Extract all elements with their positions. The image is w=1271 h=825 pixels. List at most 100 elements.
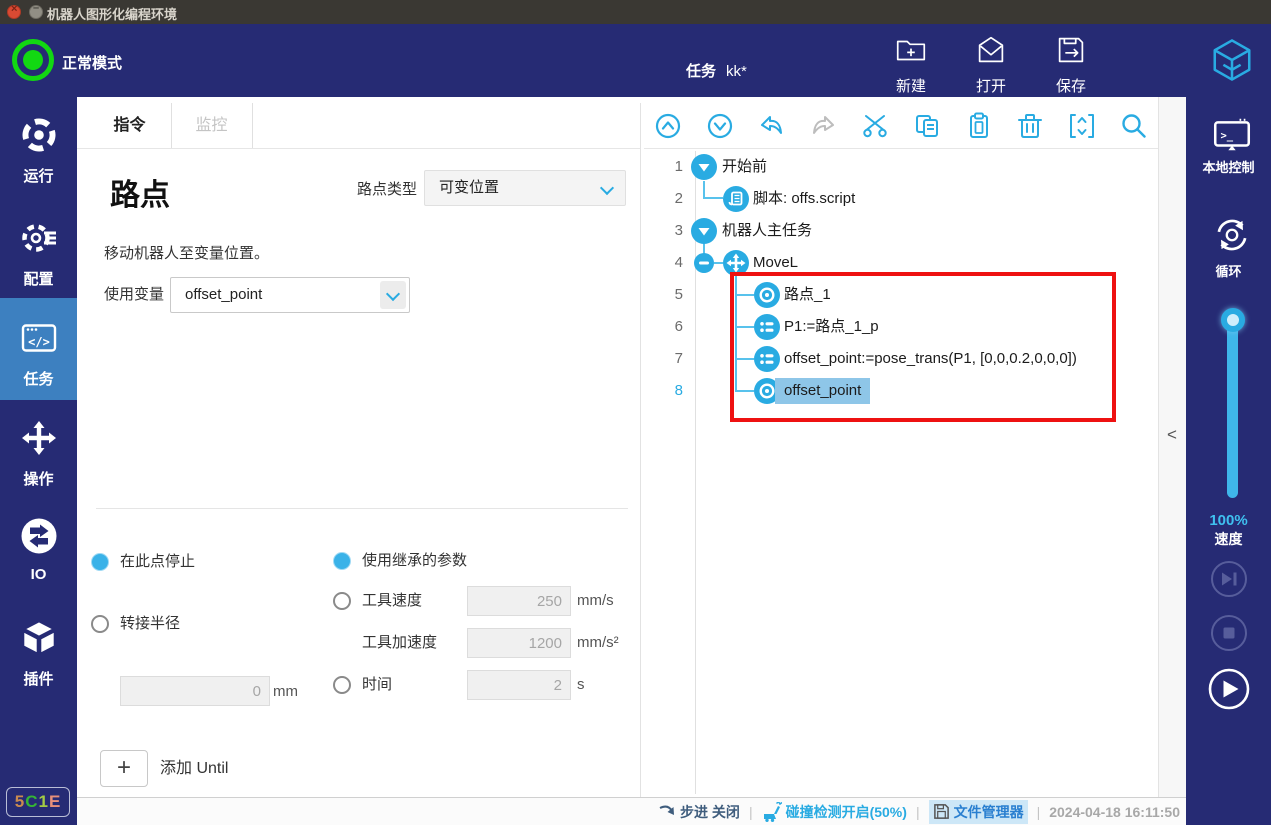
tree-area: 1 开始前 2 脚本: offs.script 3 机器人主任务 4 MoveL xyxy=(644,151,1158,797)
file-manager-icon xyxy=(933,803,950,820)
separator: | xyxy=(1037,804,1041,820)
tool-speed-radio[interactable] xyxy=(333,592,351,610)
tree-row[interactable]: 1 开始前 xyxy=(644,151,1158,183)
move-down-button[interactable] xyxy=(706,112,734,140)
delete-button[interactable] xyxy=(1016,112,1044,140)
sidebar-item-io[interactable]: IO xyxy=(0,515,77,583)
tab-instruction[interactable]: 指令 xyxy=(88,103,172,148)
paste-button[interactable] xyxy=(965,112,993,140)
minimize-icon[interactable] xyxy=(29,5,43,19)
sidebar-item-plugin[interactable]: 插件 xyxy=(0,617,77,689)
tool-speed-input[interactable] xyxy=(467,586,571,616)
panel-divider xyxy=(640,103,641,797)
undo-button[interactable] xyxy=(758,112,786,140)
collapse-node-icon[interactable] xyxy=(691,154,717,180)
close-icon[interactable] xyxy=(7,5,21,19)
stop-here-label: 在此点停止 xyxy=(120,553,195,571)
search-button[interactable] xyxy=(1120,112,1148,140)
local-control-label: 本地控制 xyxy=(1186,157,1271,176)
badge-char: 1 xyxy=(38,792,48,811)
panel-collapse-strip: < xyxy=(1158,97,1186,797)
script-icon xyxy=(723,186,749,212)
sidebar-item-task[interactable]: </> 任务 xyxy=(0,317,77,389)
speed-label: 速度 xyxy=(1186,529,1271,549)
stop-button[interactable] xyxy=(1210,614,1248,652)
status-bar: 步进 关闭 | 碰撞检测开启(50%) | 文件管理器 | 2024-04-18… xyxy=(77,797,1186,825)
inherit-params-radio[interactable] xyxy=(333,552,351,570)
redo-button[interactable] xyxy=(809,112,837,140)
svg-text:>_: >_ xyxy=(1220,130,1233,142)
loop-icon[interactable] xyxy=(1210,213,1254,257)
collapse-panel-handle[interactable]: < xyxy=(1167,425,1177,445)
tree-row-label: P1:=路点_1_p xyxy=(784,311,879,343)
collision-indicator[interactable]: 碰撞检测开启(50%) xyxy=(762,802,907,822)
save-button[interactable]: 保存 xyxy=(1039,32,1103,94)
gear-icon xyxy=(18,217,60,259)
assignment-icon xyxy=(754,346,780,372)
tree-row-label: 脚本: offs.script xyxy=(753,183,855,215)
local-control-icon[interactable]: >_ xyxy=(1210,113,1254,157)
tree-row[interactable]: 5 路点_1 xyxy=(644,279,1158,311)
tree-row[interactable]: 2 脚本: offs.script xyxy=(644,183,1158,215)
add-until-button[interactable]: + xyxy=(100,750,148,787)
play-button[interactable] xyxy=(1208,668,1250,710)
time-input[interactable] xyxy=(467,670,571,700)
tree-row[interactable]: 3 机器人主任务 xyxy=(644,215,1158,247)
sidebar-item-operate[interactable]: 操作 xyxy=(0,417,77,489)
blend-radius-unit: mm xyxy=(273,683,298,701)
move-up-button[interactable] xyxy=(654,112,682,140)
cut-button[interactable] xyxy=(861,112,889,140)
badge-char: 5 xyxy=(15,792,25,811)
left-sidebar: 运行 配置 </> 任务 操作 IO 插件 5C1E xyxy=(0,97,77,825)
line-number: 4 xyxy=(644,247,683,279)
tab-monitor[interactable]: 监控 xyxy=(171,103,253,148)
sidebar-item-run[interactable]: 运行 xyxy=(0,114,77,186)
step-button[interactable] xyxy=(1210,560,1248,598)
tool-accel-input[interactable] xyxy=(467,628,571,658)
speed-slider-thumb[interactable] xyxy=(1221,308,1245,332)
loop-label: 循环 xyxy=(1186,261,1271,280)
file-manager-button[interactable]: 文件管理器 xyxy=(929,800,1028,824)
sidebar-item-label: IO xyxy=(0,566,77,583)
blend-radius-input[interactable] xyxy=(120,676,270,706)
new-file-icon xyxy=(893,32,929,68)
tree-row[interactable]: 4 MoveL xyxy=(644,247,1158,279)
select-button xyxy=(380,281,406,309)
timestamp: 2024-04-18 16:11:50 xyxy=(1049,804,1180,820)
open-button-label: 打开 xyxy=(959,75,1023,96)
right-sidebar: >_ 本地控制 循环 100% 速度 xyxy=(1186,97,1271,825)
collapse-expand-button[interactable] xyxy=(1068,112,1096,140)
collapse-minus-icon[interactable] xyxy=(694,253,714,273)
io-icon xyxy=(18,515,60,557)
new-button-label: 新建 xyxy=(879,75,943,96)
variable-select[interactable]: offset_point xyxy=(170,277,410,313)
tree-row-label: 机器人主任务 xyxy=(722,215,812,247)
new-button[interactable]: 新建 xyxy=(879,32,943,94)
blend-radius-radio[interactable] xyxy=(91,615,109,633)
time-radio[interactable] xyxy=(333,676,351,694)
sidebar-item-config[interactable]: 配置 xyxy=(0,217,77,289)
separator: | xyxy=(916,804,920,820)
step-mode-indicator[interactable]: 步进 关闭 xyxy=(658,802,740,822)
tree-row-label: MoveL xyxy=(753,247,798,279)
waypoint-icon xyxy=(754,282,780,308)
instruction-editor-panel: 指令 监控 路点 路点类型 可变位置 移动机器人至变量位置。 使用变量 offs… xyxy=(77,97,640,797)
tool-accel-unit: mm/s² xyxy=(577,634,619,652)
svg-text:</>: </> xyxy=(28,335,50,349)
blend-radius-label: 转接半径 xyxy=(120,615,180,633)
task-code-icon: </> xyxy=(18,317,60,359)
waypoint-type-select[interactable]: 可变位置 xyxy=(424,170,626,206)
open-button[interactable]: 打开 xyxy=(959,32,1023,94)
copy-button[interactable] xyxy=(913,112,941,140)
collapse-node-icon[interactable] xyxy=(691,218,717,244)
tree-row[interactable]: 7 offset_point:=pose_trans(P1, [0,0,0.2,… xyxy=(644,343,1158,375)
tree-row[interactable]: 6 P1:=路点_1_p xyxy=(644,311,1158,343)
file-manager-label: 文件管理器 xyxy=(954,802,1024,822)
inherit-params-label: 使用继承的参数 xyxy=(362,552,467,570)
save-button-label: 保存 xyxy=(1039,75,1103,96)
tree-row-selected[interactable]: 8 offset_point xyxy=(644,375,1158,407)
sidebar-item-label: 插件 xyxy=(0,668,77,689)
tool-accel-label: 工具加速度 xyxy=(362,634,437,652)
stop-here-radio[interactable] xyxy=(91,553,109,571)
speed-slider-track[interactable] xyxy=(1227,316,1238,498)
